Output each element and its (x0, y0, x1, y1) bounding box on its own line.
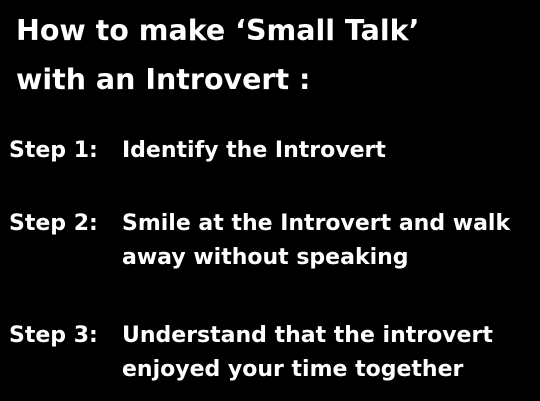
step-3-line-2: enjoyed your time together (122, 357, 464, 382)
step-1-line-1: Identify the Introvert (122, 138, 386, 163)
step-3-label: Step 3: (9, 323, 98, 348)
step-3-text: Understand that the introvert enjoyed yo… (122, 319, 534, 387)
step-2-text: Smile at the Introvert and walk away wit… (122, 207, 534, 275)
step-3-line-1: Understand that the introvert (122, 323, 493, 348)
step-2-line-1: Smile at the Introvert and walk (122, 211, 511, 236)
title-line-2: with an Introvert : (16, 63, 311, 96)
slide-title: How to make ‘Small Talk’ with an Introve… (16, 6, 536, 104)
title-line-1: How to make ‘Small Talk’ (16, 14, 420, 47)
step-2-line-2: away without speaking (122, 245, 409, 270)
step-1-text: Identify the Introvert (122, 134, 534, 168)
step-1-label: Step 1: (9, 138, 98, 163)
step-2-label: Step 2: (9, 211, 98, 236)
